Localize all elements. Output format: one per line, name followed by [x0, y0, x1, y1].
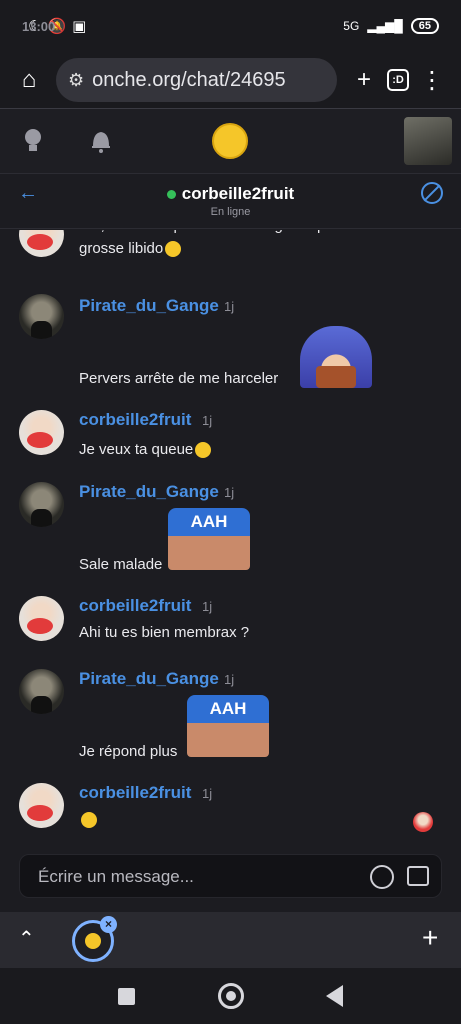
emoji-icon — [195, 442, 212, 459]
emoji-icon — [81, 812, 97, 829]
add-tab-icon[interactable]: + — [422, 922, 438, 954]
chat-header: ← corbeille2fruit En ligne — [0, 173, 461, 229]
network-label: 5G — [343, 19, 360, 33]
avatar[interactable] — [19, 482, 64, 527]
message-time: 1j — [224, 485, 235, 500]
status-bar: 13:00 ☾ 🔕 ▣ 5G ▂▄▆█ 65 — [0, 0, 461, 52]
avatar[interactable] — [19, 596, 64, 641]
status-time: 13:00 — [22, 18, 56, 34]
url-text: onche.org/chat/24695 — [92, 68, 286, 91]
user-avatar[interactable] — [404, 117, 452, 165]
message-text — [79, 808, 429, 831]
system-navbar — [0, 968, 461, 1024]
chevron-up-icon[interactable]: ⌃ — [18, 926, 35, 951]
tabs-button[interactable]: :D — [381, 63, 415, 97]
message-author[interactable]: Pirate_du_Gange — [79, 669, 219, 689]
address-bar[interactable]: ⚙ onche.org/chat/24695 — [56, 58, 337, 102]
new-tab-icon[interactable]: + — [347, 63, 381, 97]
avatar[interactable] — [19, 230, 64, 257]
avatar[interactable] — [19, 410, 64, 455]
chat-title: corbeille2fruit — [0, 184, 461, 204]
message-time: 1j — [202, 786, 213, 801]
message-input[interactable] — [38, 855, 358, 899]
message-text: Pervers arrête de me harceler — [79, 370, 279, 387]
recents-icon[interactable] — [118, 988, 135, 1005]
read-receipt-avatar — [413, 812, 433, 832]
home-nav-icon[interactable] — [218, 983, 244, 1009]
bell-icon[interactable] — [90, 127, 112, 153]
site-settings-icon[interactable]: ⚙ — [68, 70, 84, 91]
online-dot-icon — [166, 190, 176, 200]
browser-bottom-bar: ⌃ × + — [0, 912, 461, 968]
message-time: 1j — [202, 413, 213, 428]
avatar[interactable] — [19, 783, 64, 828]
message-author[interactable]: Pirate_du_Gange — [79, 296, 219, 316]
signal-icon: ▂▄▆█ — [367, 19, 403, 33]
chat-status: En ligne — [210, 206, 251, 218]
close-icon[interactable]: × — [100, 916, 117, 933]
message-text: Ahi, c'est sûr que tu es sauvage et que … — [79, 230, 429, 260]
message-text: Sale malade — [79, 556, 163, 573]
lightbulb-icon[interactable] — [22, 127, 44, 155]
site-header — [0, 109, 461, 173]
message-text: Je répond plus — [79, 743, 178, 760]
site-logo-icon[interactable] — [212, 123, 248, 159]
message-time: 1j — [202, 599, 213, 614]
message-text: Je veux ta queue — [79, 438, 429, 461]
message-list[interactable]: Ahi, c'est sûr que tu es sauvage et que … — [0, 230, 461, 848]
message-text: Ahi tu es bien membrax ? — [79, 624, 250, 641]
message-time: 1j — [224, 299, 235, 314]
back-nav-icon[interactable] — [326, 985, 343, 1007]
emoji-icon — [165, 241, 182, 258]
message-author[interactable]: Pirate_du_Gange — [79, 482, 219, 502]
message-composer — [19, 854, 442, 899]
home-icon[interactable]: ⌂ — [12, 63, 46, 97]
message-author[interactable]: corbeille2fruit — [79, 410, 191, 430]
avatar[interactable] — [19, 669, 64, 714]
message-author[interactable]: corbeille2fruit — [79, 596, 191, 616]
block-icon[interactable] — [421, 182, 443, 204]
battery-indicator: 65 — [410, 18, 439, 34]
avatar[interactable] — [19, 294, 64, 339]
menu-icon[interactable]: ⋮ — [415, 63, 449, 97]
nfc-icon: ▣ — [72, 18, 87, 35]
add-image-icon[interactable] — [407, 866, 429, 886]
message-author[interactable]: corbeille2fruit — [79, 783, 191, 803]
browser-toolbar: ⌂ ⚙ onche.org/chat/24695 + :D ⋮ — [0, 52, 461, 108]
emoji-picker-icon[interactable] — [370, 865, 394, 889]
message-time: 1j — [224, 672, 235, 687]
